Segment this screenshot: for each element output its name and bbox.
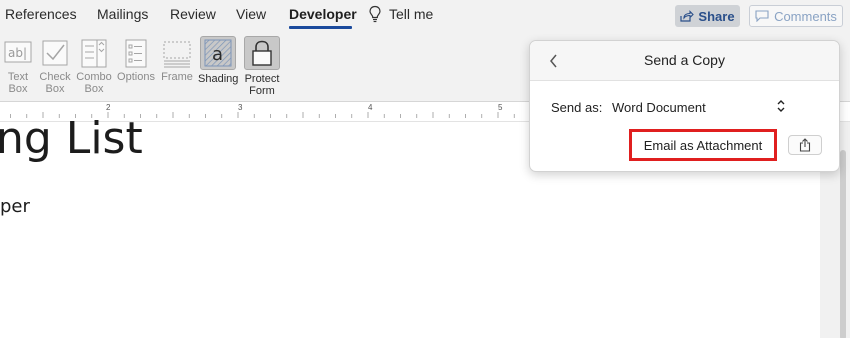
comment-icon	[755, 10, 769, 22]
email-as-attachment-button[interactable]: Email as Attachment	[629, 129, 777, 161]
check-box-button[interactable]: Check Box	[38, 36, 72, 95]
ruler-number: 5	[498, 103, 503, 112]
check-box-label: Check Box	[39, 71, 71, 95]
options-button[interactable]: Options	[116, 36, 156, 83]
options-icon	[125, 39, 147, 68]
lightbulb-icon	[369, 5, 381, 23]
popover-header: Send a Copy	[530, 41, 839, 81]
protect-form-label: Protect Form	[244, 73, 280, 97]
svg-text:ab|: ab|	[8, 46, 27, 60]
combo-box-icon	[81, 39, 107, 68]
comments-button[interactable]: Comments	[749, 5, 843, 27]
send-a-copy-popover: Send a Copy Send as: Word Document Email…	[529, 40, 840, 172]
check-box-icon	[42, 40, 68, 66]
frame-button[interactable]: Frame	[159, 36, 195, 83]
combo-box-button[interactable]: Combo Box	[76, 36, 112, 95]
share-icon	[680, 10, 695, 22]
tab-mailings[interactable]: Mailings	[97, 6, 148, 22]
shading-icon: a	[200, 36, 236, 70]
tab-references[interactable]: References	[5, 6, 77, 22]
lock-icon	[244, 36, 280, 70]
text-box-button[interactable]: ab| Text Box	[2, 36, 34, 95]
document-text: per	[0, 196, 30, 217]
tab-tell-me[interactable]: Tell me	[389, 6, 433, 22]
tab-view[interactable]: View	[236, 6, 266, 22]
share-label: Share	[698, 8, 735, 24]
export-button[interactable]	[788, 135, 822, 155]
vertical-scrollbar[interactable]	[840, 150, 846, 338]
frame-icon	[163, 41, 191, 68]
ribbon-tab-bar: References Mailings Review View Develope…	[0, 0, 850, 32]
frame-label: Frame	[161, 71, 193, 83]
ruler-number: 2	[106, 103, 111, 112]
options-label: Options	[117, 71, 155, 83]
email-as-attachment-label: Email as Attachment	[643, 137, 763, 153]
shading-label: Shading	[198, 73, 239, 85]
export-icon	[799, 138, 811, 152]
active-tab-indicator	[289, 26, 352, 29]
protect-form-button[interactable]: Protect Form	[242, 36, 282, 97]
combo-box-label: Combo Box	[76, 71, 112, 95]
text-box-label: Text Box	[7, 71, 29, 95]
ruler-number: 4	[368, 103, 373, 112]
share-button[interactable]: Share	[675, 5, 740, 27]
send-as-value: Word Document	[612, 100, 706, 115]
shading-button[interactable]: a Shading	[198, 36, 238, 85]
updown-chevron-icon	[777, 100, 785, 112]
send-as-label: Send as:	[551, 100, 603, 115]
ruler-number: 3	[238, 103, 243, 112]
tab-developer[interactable]: Developer	[289, 6, 357, 22]
tab-review[interactable]: Review	[170, 6, 216, 22]
popover-title: Send a Copy	[644, 52, 725, 68]
svg-text:a: a	[212, 44, 223, 65]
comments-label: Comments	[774, 8, 837, 24]
text-box-icon: ab|	[4, 41, 32, 63]
document-heading: ng List	[0, 113, 143, 164]
